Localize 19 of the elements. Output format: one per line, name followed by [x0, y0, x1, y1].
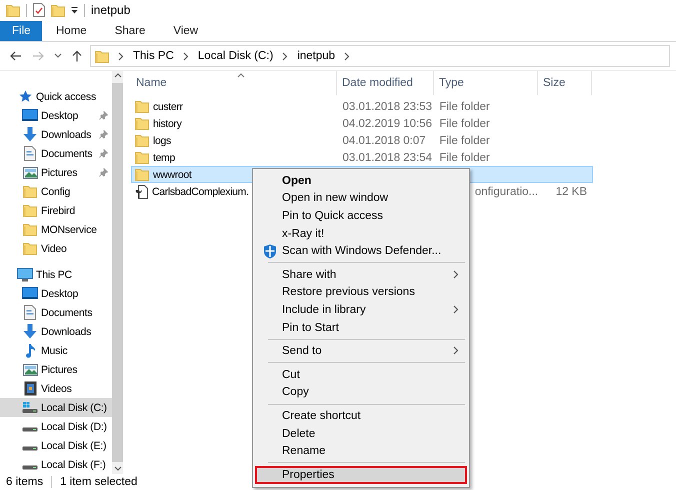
- item-count: 6 items: [6, 476, 44, 488]
- file-name: CarlsbadComplexium.: [152, 186, 249, 198]
- file-type: File folder: [439, 152, 490, 164]
- file-size: 12 KB: [556, 186, 588, 198]
- file-date: 04.01.2018 0:07: [342, 134, 426, 146]
- file-type: File folder: [439, 134, 490, 146]
- file-type: onfiguratio...: [474, 186, 538, 198]
- selection-count: 1 item selected: [60, 476, 138, 488]
- file-name: history: [153, 118, 182, 130]
- file-date: 04.02.2019 10:56: [342, 118, 432, 130]
- file-name: wwwroot: [153, 168, 192, 180]
- window-title: inetpub: [91, 3, 130, 17]
- file-type: File folder: [439, 100, 490, 112]
- file-date: 03.01.2018 23:53: [342, 100, 432, 112]
- file-name: temp: [153, 152, 175, 164]
- file-name: custerr: [153, 100, 183, 112]
- file-type: File folder: [439, 118, 490, 130]
- file-name: logs: [153, 134, 171, 146]
- file-date: 03.01.2018 23:54: [342, 152, 432, 164]
